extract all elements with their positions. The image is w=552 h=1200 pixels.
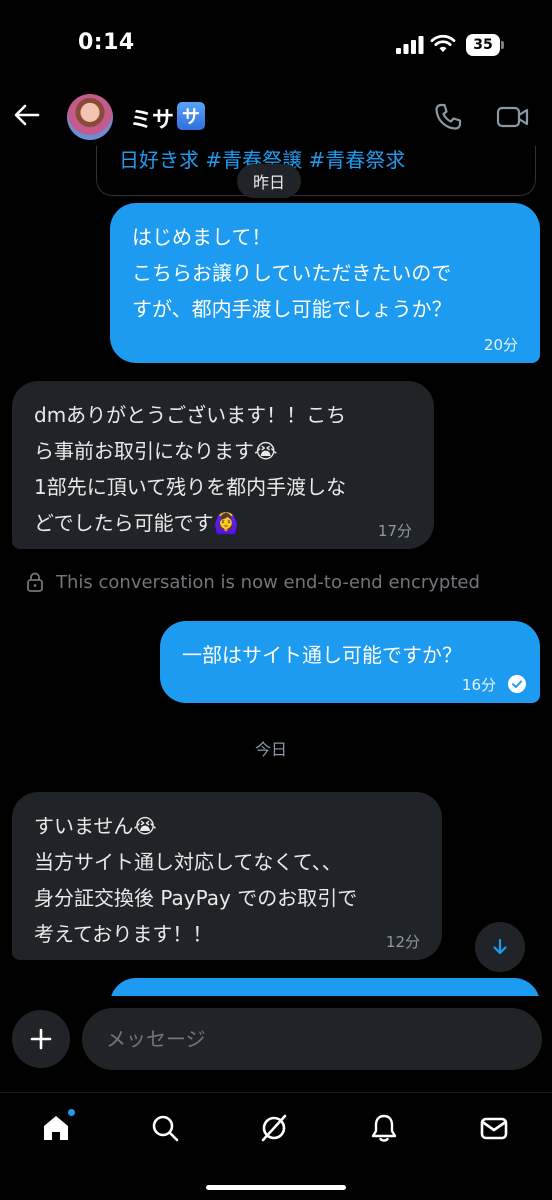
battery-cap (501, 41, 504, 49)
message-bubble-outgoing[interactable]: 一部はサイト通し可能ですか？ 16分 (160, 621, 540, 703)
message-line: 考えております！！ (34, 922, 213, 946)
message-time: 16分 (461, 676, 496, 694)
message-time: 20分 (483, 336, 518, 354)
message-bubble-incoming[interactable]: dmありがとうございます！！こち ら事前お取引になります😭 1部先に頂いて残りを… (12, 381, 434, 549)
message-bubble-incoming[interactable]: すいません😭 当方サイト通し対応してなくて、、 身分証交換後 PayPay での… (12, 792, 442, 960)
message-time: 12分 (385, 933, 420, 951)
message-line: 1部先に頂いて残りを都内手渡しな (34, 475, 347, 499)
signal-icon (396, 36, 424, 54)
wifi-icon (430, 34, 456, 52)
arrow-down-icon (493, 938, 507, 955)
search-icon (152, 1115, 179, 1142)
nav-grok[interactable] (246, 1103, 302, 1153)
mail-icon (480, 1117, 508, 1140)
plus-icon (30, 1028, 52, 1050)
quoted-post-card[interactable]: 日好き求 #青春祭譲 #青春祭求 (96, 146, 536, 196)
message-bubble-outgoing[interactable]: はじめまして！ こちらお譲りしていただきたいので すが、都内手渡し可能でしょうか… (110, 203, 540, 363)
message-line: はじめまして！ (132, 225, 272, 249)
app-root: 0:14 35 ミサ サ 日好き求 #青春祭譲 #青春祭求 昨日 はじめまして！… (0, 0, 552, 1200)
message-line: 一部はサイト通し可能ですか？ (182, 643, 462, 667)
home-icon (44, 1116, 68, 1140)
home-indicator (206, 1185, 346, 1190)
message-line: こちらお譲りしていただきたいので (132, 261, 452, 285)
message-composer (0, 996, 552, 1092)
encryption-notice-text: This conversation is now end-to-end encr… (56, 571, 480, 593)
conversation-header: ミサ サ (0, 90, 552, 146)
back-arrow-icon[interactable] (12, 100, 42, 130)
message-line: すいません😭 (34, 814, 157, 838)
add-media-button[interactable] (12, 1010, 70, 1068)
phone-icon[interactable] (433, 102, 463, 132)
scroll-to-bottom-button[interactable] (475, 922, 525, 972)
battery-indicator: 35 (466, 34, 506, 56)
video-icon[interactable] (496, 103, 530, 131)
message-input[interactable] (82, 1008, 542, 1070)
notification-dot (68, 1109, 75, 1116)
message-line: 当方サイト通し対応してなくて、、 (34, 850, 342, 874)
status-bar: 0:14 35 (0, 0, 552, 92)
date-separator-yesterday: 昨日 (237, 164, 302, 198)
read-check-icon (508, 675, 526, 693)
message-line: どでしたら可能です🙆‍♀️ (34, 511, 239, 535)
contact-avatar[interactable] (67, 94, 113, 140)
message-line: ら事前お取引になります😭 (34, 439, 278, 463)
message-line: すが、都内手渡し可能でしょうか？ (132, 297, 452, 321)
message-list[interactable]: 日好き求 #青春祭譲 #青春祭求 昨日 はじめまして！ こちらお譲りしていただき… (0, 146, 552, 996)
status-time: 0:14 (78, 30, 135, 55)
name-badge: サ (177, 102, 205, 130)
encryption-notice: This conversation is now end-to-end encr… (26, 567, 480, 597)
nav-home[interactable] (28, 1103, 84, 1153)
lock-icon (27, 572, 43, 592)
message-line: 身分証交換後 PayPay でのお取引で (34, 886, 358, 910)
grok-icon (261, 1114, 287, 1142)
bottom-nav (0, 1092, 552, 1200)
bell-icon (371, 1114, 397, 1142)
message-line: dmありがとうございます！！こち (34, 403, 347, 427)
battery-level: 35 (466, 34, 500, 56)
nav-search[interactable] (137, 1103, 193, 1153)
message-bubble-outgoing-partial[interactable] (110, 978, 540, 996)
nav-messages[interactable] (466, 1103, 522, 1153)
nav-notifications[interactable] (356, 1103, 412, 1153)
contact-name[interactable]: ミサ (130, 102, 174, 134)
date-separator-today: 今日 (255, 740, 288, 759)
message-time: 17分 (377, 522, 412, 540)
